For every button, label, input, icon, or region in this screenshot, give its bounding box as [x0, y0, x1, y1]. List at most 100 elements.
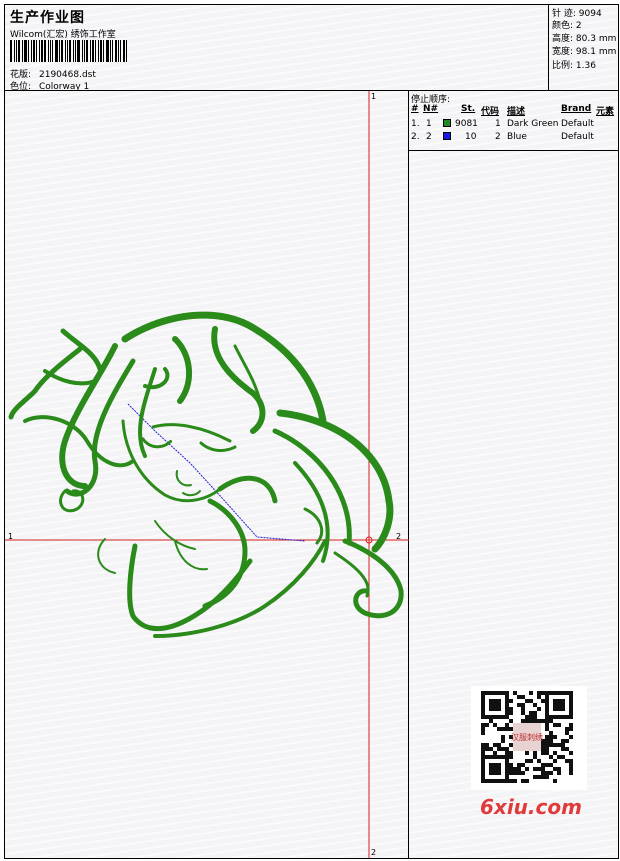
qr-module — [549, 763, 553, 767]
qr-module — [545, 775, 549, 779]
qr-module — [509, 711, 513, 715]
qr-module — [513, 771, 517, 775]
barcode-bar — [82, 40, 83, 62]
qr-module — [569, 727, 573, 731]
qr-module — [489, 747, 493, 751]
qr-module — [537, 775, 541, 779]
barcode-bar — [24, 40, 27, 62]
qr-module — [529, 691, 533, 695]
qr-module — [533, 767, 537, 771]
qr-module — [549, 739, 553, 743]
qr-module — [509, 755, 513, 759]
col-stitches: St. — [461, 104, 476, 114]
qr-module — [521, 703, 525, 707]
barcode-bar — [86, 40, 88, 62]
qr-module — [569, 735, 573, 739]
qr-module — [509, 743, 513, 747]
barcode-bar — [48, 40, 49, 62]
barcode-bar — [98, 40, 99, 62]
qr-module — [497, 743, 501, 747]
qr-module — [533, 775, 537, 779]
qr-module — [525, 767, 529, 771]
qr-module — [541, 763, 545, 767]
qr-module — [537, 767, 541, 771]
design-canvas: 1 2 1 2 — [5, 91, 409, 858]
qr-module — [545, 747, 549, 751]
qr-module — [557, 771, 561, 775]
qr-module — [557, 767, 561, 771]
stat-value: 2 — [575, 21, 582, 31]
stat-value: 9094 — [578, 9, 602, 19]
row-index: 1. — [411, 119, 420, 129]
col-description: 描述 — [507, 107, 526, 117]
qr-module — [485, 747, 489, 751]
qr-module — [545, 763, 549, 767]
color-swatch — [443, 119, 451, 127]
qr-module — [557, 723, 561, 727]
production-sheet: 生产作业图 Wilcom(汇宏) 绣饰工作室 花版: 2190468.dst 色位… — [4, 4, 619, 859]
stat-value: 80.3 mm — [575, 34, 617, 44]
barcode-bar — [115, 40, 117, 62]
qr-module — [541, 719, 545, 723]
qr-module — [553, 743, 557, 747]
barcode-bar — [106, 40, 109, 62]
sheet-title: 生产作业图 — [10, 10, 85, 26]
stat-width: 宽度: 98.1 mm — [552, 44, 616, 57]
qr-module — [533, 703, 537, 707]
row-code: 2 — [495, 132, 501, 142]
row-stitches: 10 — [465, 132, 477, 142]
qr-module — [501, 735, 505, 739]
qr-module — [565, 727, 569, 731]
qr-module — [545, 735, 549, 739]
qr-module — [485, 743, 489, 747]
barcode-bar — [120, 40, 121, 62]
qr-module — [557, 755, 561, 759]
qr-module — [525, 719, 529, 723]
guide-label-top: 1 — [371, 92, 377, 101]
qr-module — [569, 771, 573, 775]
stat-colors: 颜色: 2 — [552, 18, 582, 31]
qr-module — [553, 723, 557, 727]
qr-module — [521, 711, 525, 715]
qr-module — [533, 711, 537, 715]
stat-label: 比例: — [552, 61, 574, 71]
barcode-bar — [28, 40, 29, 62]
qr-module — [549, 743, 553, 747]
col-number: N# — [423, 104, 439, 114]
qr-module — [569, 723, 573, 727]
qr-module — [541, 691, 545, 695]
qr-module — [545, 771, 549, 775]
qr-module — [537, 719, 541, 723]
barcode-bar — [110, 40, 111, 62]
qr-module — [509, 771, 513, 775]
row-brand: Default — [561, 119, 594, 129]
qr-module — [517, 767, 521, 771]
qr-module — [513, 767, 517, 771]
qr-module — [529, 711, 533, 715]
qr-module — [549, 735, 553, 739]
qr-module — [533, 755, 537, 759]
qr-module — [509, 763, 513, 767]
qr-module — [521, 779, 525, 783]
qr-module — [501, 747, 505, 751]
qr-module — [501, 727, 505, 731]
row-index: 2. — [411, 132, 420, 142]
qr-module — [549, 719, 553, 723]
barcode-bar — [36, 40, 37, 62]
row-code: 1 — [495, 119, 501, 129]
qr-module — [569, 767, 573, 771]
barcode-bar — [84, 40, 85, 62]
barcode-bar — [65, 40, 66, 62]
barcode-bar — [14, 40, 15, 62]
qr-module — [545, 727, 549, 731]
qr-module — [521, 719, 525, 723]
qr-finder-core — [553, 699, 565, 711]
qr-module — [525, 759, 529, 763]
studio-name: Wilcom(汇宏) 绣饰工作室 — [10, 30, 116, 40]
stat-value: 98.1 mm — [575, 47, 617, 57]
qr-module — [485, 723, 489, 727]
header-info: 生产作业图 Wilcom(汇宏) 绣饰工作室 花版: 2190468.dst 色位… — [10, 7, 550, 92]
barcode-bar — [33, 40, 35, 62]
col-brand: Brand — [561, 104, 592, 114]
qr-module — [525, 751, 529, 755]
